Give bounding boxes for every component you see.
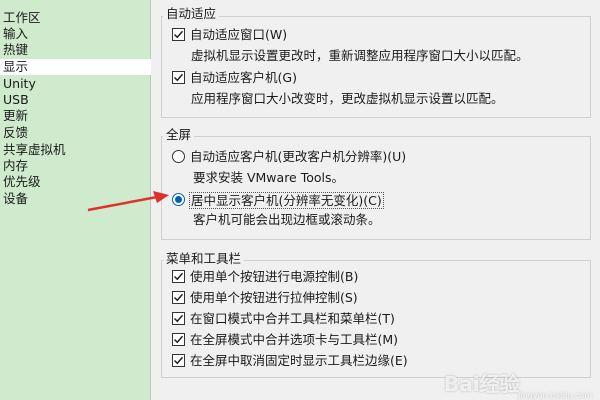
auto-fit-group-title: 自动适应 — [163, 7, 220, 21]
sidebar-item-label: 更新 — [3, 108, 29, 123]
merge-toolbar-menubar-checkbox[interactable] — [172, 312, 185, 325]
sidebar-item-label: 共享虚拟机 — [3, 142, 66, 157]
sidebar-item-input[interactable]: 输入 — [0, 26, 151, 42]
baidu-watermark: Bai经验 jingyan.baidu.com — [444, 368, 594, 400]
fullscreen-autofit-radio[interactable] — [172, 150, 185, 163]
sidebar-item-unity[interactable]: Unity — [0, 76, 151, 92]
checkmark-icon — [173, 272, 184, 281]
auto-fit-window-label[interactable]: 自动适应窗口(W) — [190, 27, 287, 43]
checkmark-icon — [173, 30, 184, 39]
single-stretch-button-checkbox[interactable] — [172, 291, 185, 304]
fullscreen-group-title: 全屏 — [163, 128, 195, 142]
single-stretch-button-label[interactable]: 使用单个按钮进行拉伸控制(S) — [190, 290, 358, 306]
checkmark-icon — [173, 314, 184, 323]
merge-tabs-toolbar-checkbox[interactable] — [172, 333, 185, 346]
single-power-button-checkbox[interactable] — [172, 270, 185, 283]
sidebar-item-updates[interactable]: 更新 — [0, 108, 151, 124]
sidebar-item-label: 内存 — [3, 158, 29, 173]
sidebar-item-label: 热键 — [3, 42, 29, 57]
checkmark-icon — [173, 335, 184, 344]
auto-fit-window-checkbox[interactable] — [172, 28, 185, 41]
sidebar-item-display[interactable]: 显示 — [0, 59, 151, 75]
sidebar-item-label: 工作区 — [3, 10, 41, 25]
auto-fit-guest-desc: 应用程序窗口大小改变时，更改虚拟机显示设置以匹配。 — [191, 91, 504, 106]
fullscreen-autofit-label[interactable]: 自动适应客户机(更改客户机分辨率)(U) — [190, 149, 406, 165]
auto-fit-guest-label[interactable]: 自动适应客户机(G) — [190, 70, 297, 86]
auto-fit-guest-checkbox[interactable] — [172, 71, 185, 84]
checkmark-icon — [173, 293, 184, 302]
show-toolbar-edge-checkbox[interactable] — [172, 354, 185, 367]
menu-toolbar-group-title: 菜单和工具栏 — [163, 252, 245, 266]
sidebar-item-label: USB — [3, 92, 29, 107]
sidebar-item-label: 输入 — [3, 26, 29, 41]
fullscreen-autofit-desc: 要求安装 VMware Tools。 — [193, 170, 345, 185]
radio-dot-icon — [175, 196, 182, 203]
sidebar-item-label: 显示 — [3, 59, 29, 74]
sidebar-item-label: 反馈 — [3, 125, 29, 140]
merge-toolbar-menubar-label[interactable]: 在窗口模式中合并工具栏和菜单栏(T) — [190, 311, 395, 327]
sidebar-item-label: Unity — [3, 76, 36, 91]
sidebar-item-usb[interactable]: USB — [0, 92, 151, 108]
red-arrow-icon — [87, 191, 169, 212]
sidebar-item-workspace[interactable]: 工作区 — [0, 10, 151, 26]
checkmark-icon — [173, 73, 184, 82]
checkmark-icon — [173, 356, 184, 365]
fullscreen-center-desc: 客户机可能会出现边框或滚动条。 — [193, 212, 381, 227]
sidebar-item-feedback[interactable]: 反馈 — [0, 125, 151, 141]
sidebar-item-label: 优先级 — [3, 174, 41, 189]
sidebar-item-memory[interactable]: 内存 — [0, 158, 151, 174]
watermark-url: jingyan.baidu.com — [518, 391, 592, 400]
auto-fit-window-desc: 虚拟机显示设置更改时，重新调整应用程序窗口大小以匹配。 — [191, 48, 529, 63]
single-power-button-label[interactable]: 使用单个按钮进行电源控制(B) — [190, 269, 358, 285]
sidebar-item-shared-vms[interactable]: 共享虚拟机 — [0, 142, 151, 158]
sidebar-item-label: 设备 — [3, 191, 29, 206]
sidebar-item-hotkeys[interactable]: 热键 — [0, 42, 151, 58]
merge-tabs-toolbar-label[interactable]: 在全屏模式中合并选项卡与工具栏(M) — [190, 332, 398, 348]
show-toolbar-edge-label[interactable]: 在全屏中取消固定时显示工具栏边缘(E) — [190, 353, 408, 369]
watermark-text: Bai经验 — [444, 372, 520, 396]
fullscreen-center-label[interactable]: 居中显示客户机(分辨率无变化)(C) — [189, 192, 384, 209]
